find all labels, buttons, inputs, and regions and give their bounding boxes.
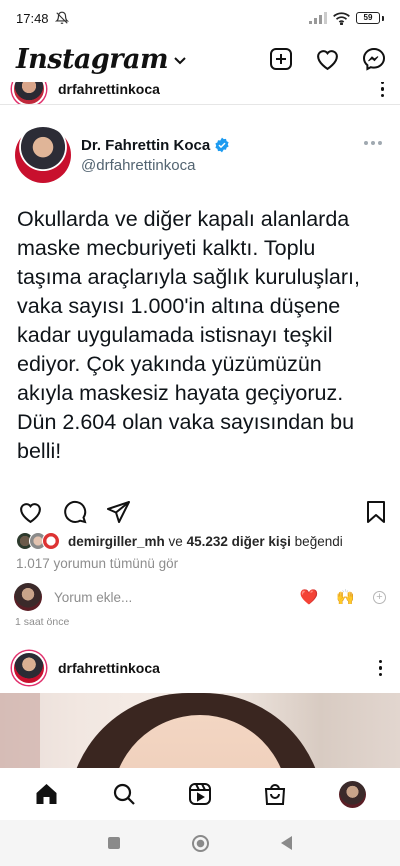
recent-apps-icon[interactable] <box>108 837 120 849</box>
chevron-down-icon[interactable] <box>174 57 186 65</box>
bookmark-icon[interactable] <box>366 500 386 524</box>
tweet-header: Dr. Fahrettin Koca @drfahrettinkoca <box>15 127 230 183</box>
post-actions <box>0 490 400 534</box>
back-icon[interactable] <box>281 836 292 850</box>
signal-icon <box>309 12 327 24</box>
post-timestamp: 1 saat önce <box>15 616 70 628</box>
bottom-navigation <box>0 768 400 820</box>
liker-username[interactable]: demirgiller_mh <box>68 534 165 549</box>
liker-avatars <box>16 532 60 550</box>
tweet-more-icon <box>364 141 382 145</box>
status-bar: 17:48 59 <box>0 0 400 36</box>
tweet-name-text: Dr. Fahrettin Koca <box>81 136 211 154</box>
reels-icon[interactable] <box>188 782 212 806</box>
tweet-handle: @drfahrettinkoca <box>81 156 196 174</box>
more-options-icon[interactable] <box>380 82 384 98</box>
system-navigation <box>0 820 400 866</box>
like-icon[interactable] <box>18 501 43 524</box>
avatar[interactable] <box>12 82 46 106</box>
feed: drfahrettinkoca Dr. Fahrettin Koca @drfa… <box>0 82 400 768</box>
comment-icon[interactable] <box>63 500 87 524</box>
battery-indicator: 59 <box>356 12 380 24</box>
search-icon[interactable] <box>112 782 136 806</box>
create-post-icon[interactable] <box>269 47 293 71</box>
liker-avatar <box>42 532 60 550</box>
avatar[interactable] <box>12 651 46 685</box>
heart-activity-icon[interactable] <box>315 48 340 71</box>
image-background <box>0 693 40 768</box>
post-username[interactable]: drfahrettinkoca <box>58 82 160 97</box>
messenger-icon[interactable] <box>362 47 386 71</box>
partial-post-header: drfahrettinkoca <box>0 82 400 106</box>
instagram-logo[interactable]: Instagram <box>16 44 169 75</box>
tweet-text: Okullarda ve diğer kapalı alanlarda mask… <box>17 207 360 463</box>
verified-badge-icon <box>215 137 229 153</box>
view-all-comments-link[interactable]: 1.017 yorumun tümünü gör <box>16 556 178 571</box>
notification-bell-off-icon <box>54 11 69 24</box>
shop-icon[interactable] <box>264 782 286 806</box>
top-app-bar: Instagram <box>0 36 400 82</box>
add-comment-input[interactable]: Yorum ekle... <box>54 590 132 605</box>
raised-hands-emoji-button[interactable]: 🙌 <box>336 588 355 606</box>
home-button-icon[interactable] <box>192 834 209 852</box>
tweet-author-name: Dr. Fahrettin Koca <box>81 137 230 154</box>
likes-others[interactable]: 45.232 diğer kişi <box>187 534 291 549</box>
share-icon[interactable] <box>107 501 131 523</box>
heart-emoji-button[interactable]: ❤️ <box>300 588 319 606</box>
profile-avatar[interactable] <box>338 780 366 808</box>
quick-reactions: ❤️ 🙌 + <box>300 588 386 606</box>
next-post-header: drfahrettinkoca <box>0 648 400 688</box>
more-emoji-icon[interactable]: + <box>373 590 386 604</box>
post-image-tweet[interactable]: Dr. Fahrettin Koca @drfahrettinkoca Okul… <box>0 105 400 490</box>
post-username[interactable]: drfahrettinkoca <box>58 660 160 676</box>
current-user-avatar <box>14 583 42 611</box>
likes-and: ve <box>168 533 183 549</box>
likes-liked: beğendi <box>294 533 343 549</box>
status-time: 17:48 <box>16 10 49 26</box>
battery-cap-icon <box>382 15 384 21</box>
add-comment-row: Yorum ekle... ❤️ 🙌 + <box>0 580 400 614</box>
more-options-icon[interactable] <box>378 659 382 677</box>
wifi-icon <box>333 11 350 25</box>
next-post-image[interactable] <box>0 693 400 768</box>
tweet-avatar <box>15 127 71 183</box>
likes-summary[interactable]: demirgiller_mh ve 45.232 diğer kişi beğe… <box>16 529 343 553</box>
home-icon[interactable] <box>34 782 59 806</box>
